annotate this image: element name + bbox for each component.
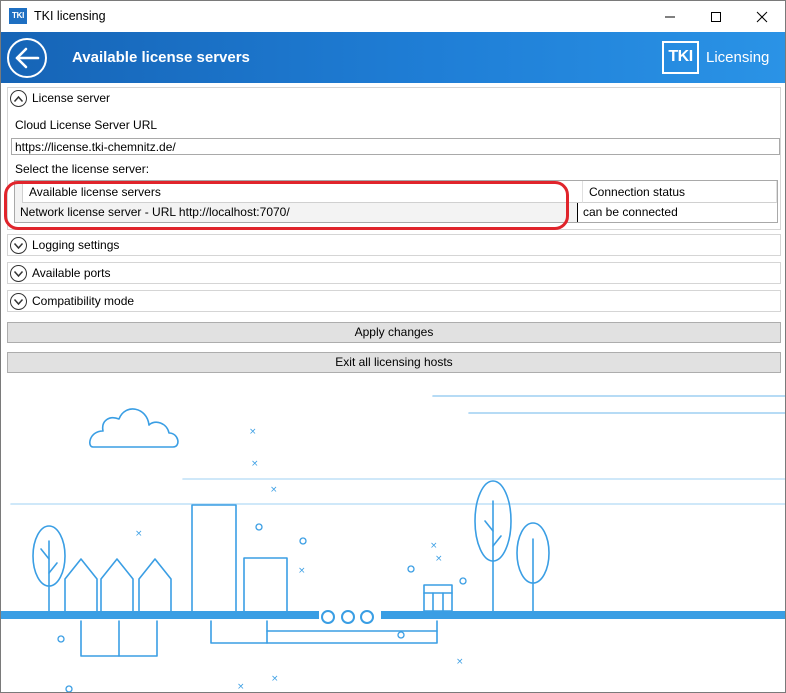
table-row[interactable]: Network license server - URL http://loca… bbox=[15, 203, 777, 222]
svg-text:×: × bbox=[135, 529, 143, 539]
page-header: Available license servers TKI Licensing bbox=[1, 32, 785, 83]
available-ports-label: Available ports bbox=[32, 266, 111, 280]
close-button[interactable] bbox=[739, 1, 785, 32]
svg-text:×: × bbox=[237, 682, 245, 692]
status-cell[interactable]: can be connected bbox=[577, 203, 777, 222]
minimize-button[interactable] bbox=[647, 1, 693, 32]
brand-logo: TKI bbox=[662, 41, 699, 74]
chevron-down-icon[interactable] bbox=[10, 293, 27, 310]
back-button[interactable] bbox=[7, 38, 47, 78]
svg-text:×: × bbox=[249, 427, 257, 437]
cloud-icon bbox=[89, 408, 179, 448]
license-server-label: License server bbox=[32, 91, 111, 105]
column-header-servers[interactable]: Available license servers bbox=[23, 181, 583, 203]
cloud-url-field[interactable] bbox=[11, 138, 780, 155]
city-illustration: × × × × × × × × × × bbox=[1, 395, 785, 692]
exit-hosts-button[interactable]: Exit all licensing hosts bbox=[7, 352, 781, 373]
logging-settings-label: Logging settings bbox=[32, 238, 120, 252]
brand-name: Licensing bbox=[706, 49, 770, 66]
title-bar[interactable]: TKI TKI licensing bbox=[1, 1, 785, 32]
license-server-section: License server Cloud License Server URL … bbox=[7, 87, 781, 230]
chevron-down-icon[interactable] bbox=[10, 237, 27, 254]
compatibility-mode-label: Compatibility mode bbox=[32, 294, 135, 308]
arrow-left-icon bbox=[15, 47, 40, 69]
chevron-up-icon[interactable] bbox=[10, 90, 27, 107]
select-server-label: Select the license server: bbox=[15, 162, 150, 176]
chevron-down-icon[interactable] bbox=[10, 265, 27, 282]
page-title: Available license servers bbox=[72, 49, 250, 66]
logging-settings-section[interactable]: Logging settings bbox=[7, 234, 781, 256]
svg-text:×: × bbox=[298, 566, 306, 576]
close-icon bbox=[756, 11, 768, 22]
app-logo-icon: TKI bbox=[9, 8, 27, 24]
window-title: TKI licensing bbox=[34, 9, 106, 23]
svg-text:×: × bbox=[251, 459, 259, 469]
minimize-icon bbox=[665, 16, 675, 17]
maximize-icon bbox=[711, 11, 721, 22]
svg-text:×: × bbox=[456, 657, 464, 667]
license-servers-grid[interactable]: Available license servers Connection sta… bbox=[14, 180, 778, 223]
svg-text:×: × bbox=[430, 541, 438, 551]
svg-text:×: × bbox=[270, 485, 278, 495]
compatibility-mode-section[interactable]: Compatibility mode bbox=[7, 290, 781, 312]
apply-changes-button[interactable]: Apply changes bbox=[7, 322, 781, 343]
available-ports-section[interactable]: Available ports bbox=[7, 262, 781, 284]
maximize-button[interactable] bbox=[693, 1, 739, 32]
server-cell[interactable]: Network license server - URL http://loca… bbox=[15, 203, 577, 222]
column-header-status[interactable]: Connection status bbox=[583, 181, 777, 203]
cloud-url-label: Cloud License Server URL bbox=[15, 118, 158, 132]
svg-text:×: × bbox=[271, 674, 279, 684]
grid-header: Available license servers Connection sta… bbox=[15, 181, 777, 203]
svg-text:×: × bbox=[435, 554, 443, 564]
grid-corner bbox=[15, 181, 23, 203]
app-window: TKI TKI licensing Available license serv… bbox=[0, 0, 786, 693]
